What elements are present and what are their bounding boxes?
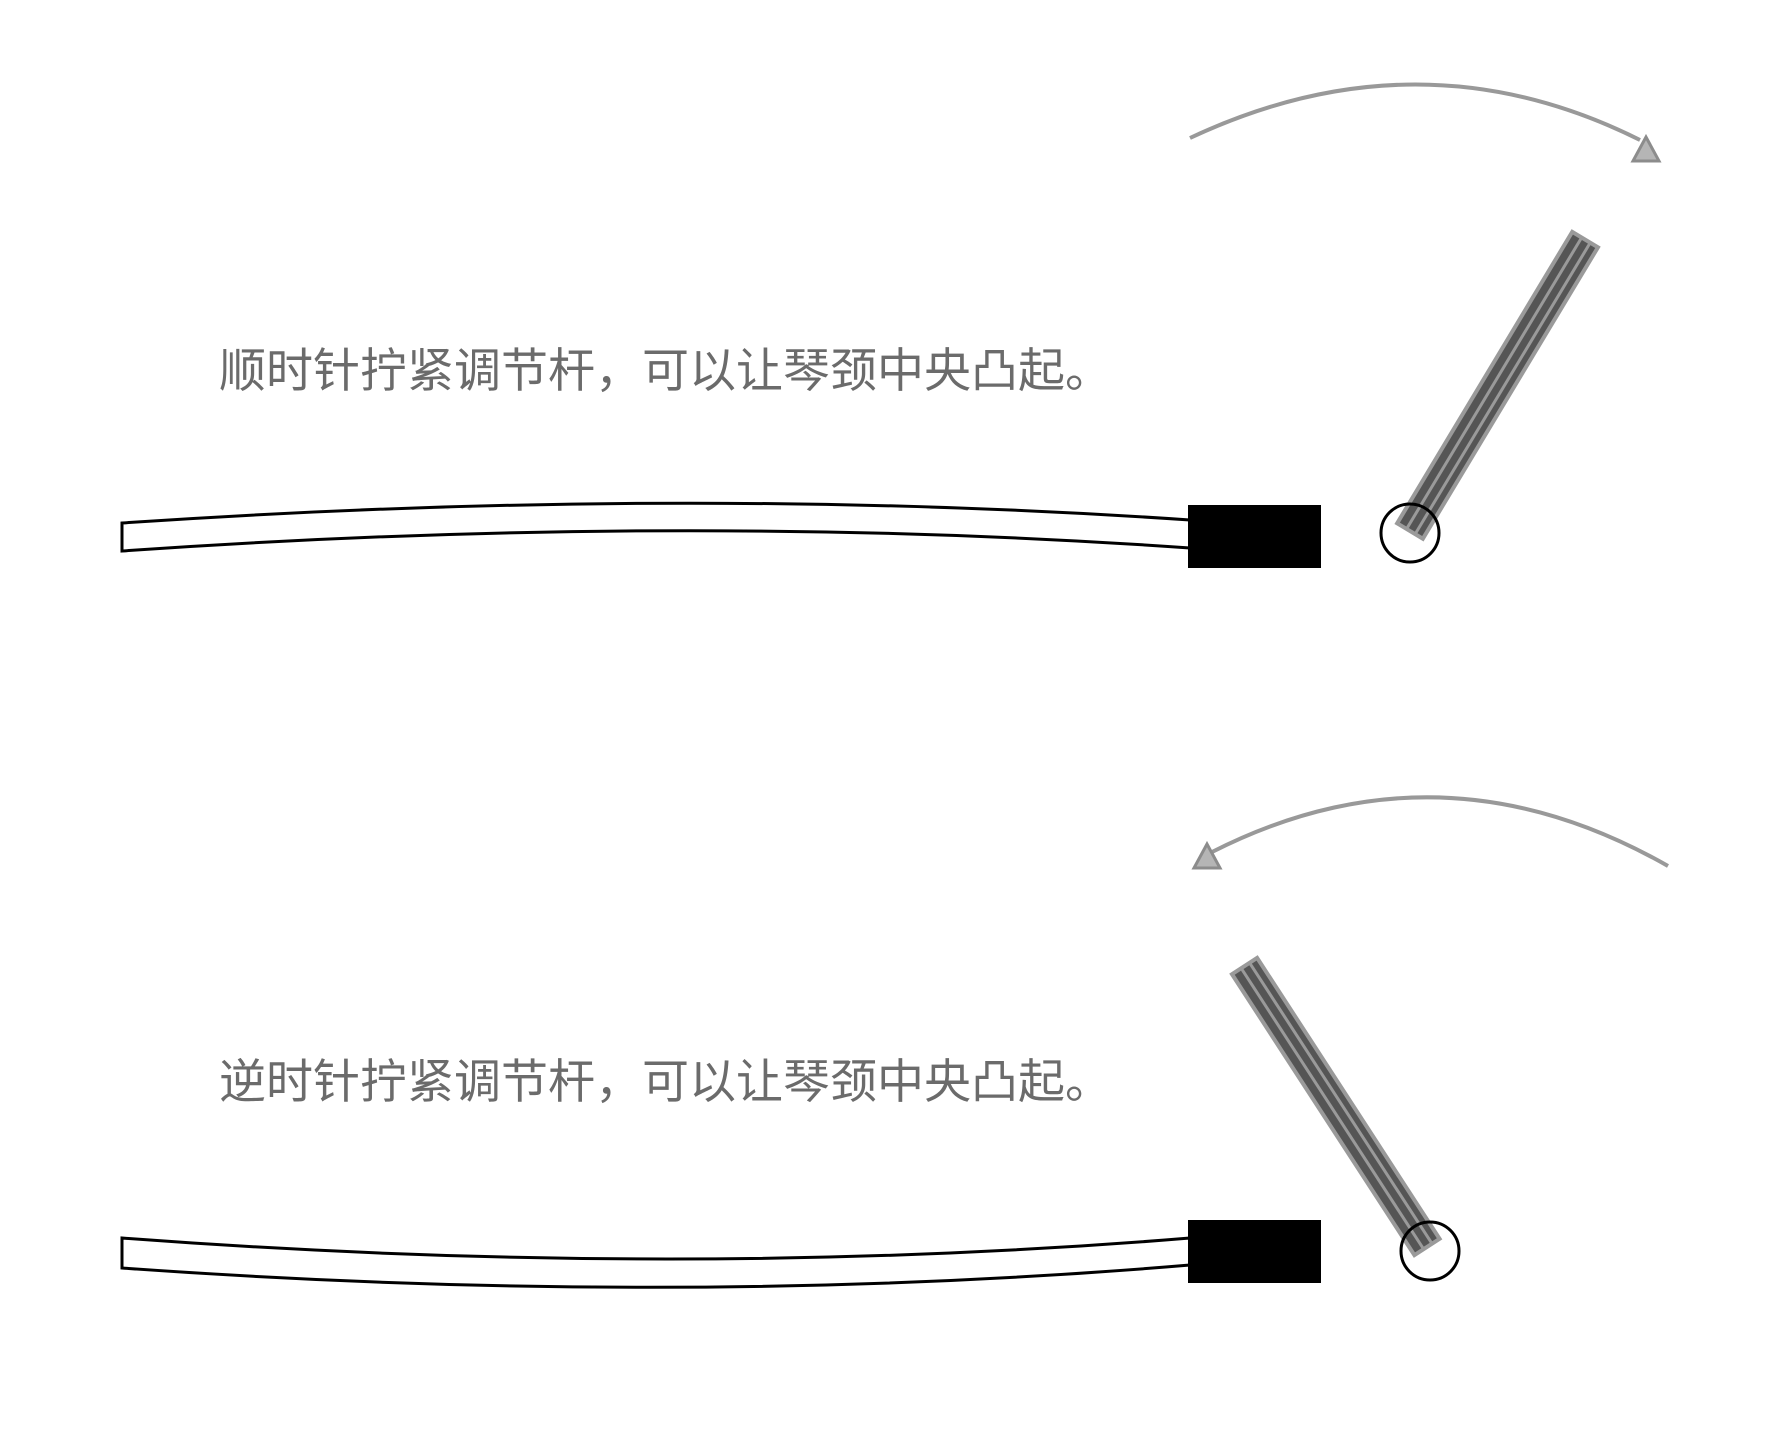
hex-wrench-icon [1229, 955, 1443, 1258]
diagram-canvas [120, 82, 1669, 1289]
truss-rod-nut [1188, 1220, 1321, 1283]
neck-bowed-up [120, 501, 1192, 553]
truss-rod-nut [1188, 505, 1321, 568]
rotation-arrow-clockwise [1189, 82, 1641, 142]
truss-rod-diagram: 顺时针拧紧调节杆，可以让琴颈中央凸起。 逆时针拧紧调节杆，可以让琴颈中央凸起。 [0, 0, 1778, 1440]
neck-relief [120, 1236, 1192, 1289]
hex-wrench-icon [1394, 229, 1601, 542]
panel-counterclockwise [120, 795, 1669, 1289]
arrowhead-counterclockwise-icon [1191, 840, 1223, 870]
rotation-arrow-counterclockwise [1211, 795, 1669, 868]
panel-clockwise [120, 82, 1662, 568]
